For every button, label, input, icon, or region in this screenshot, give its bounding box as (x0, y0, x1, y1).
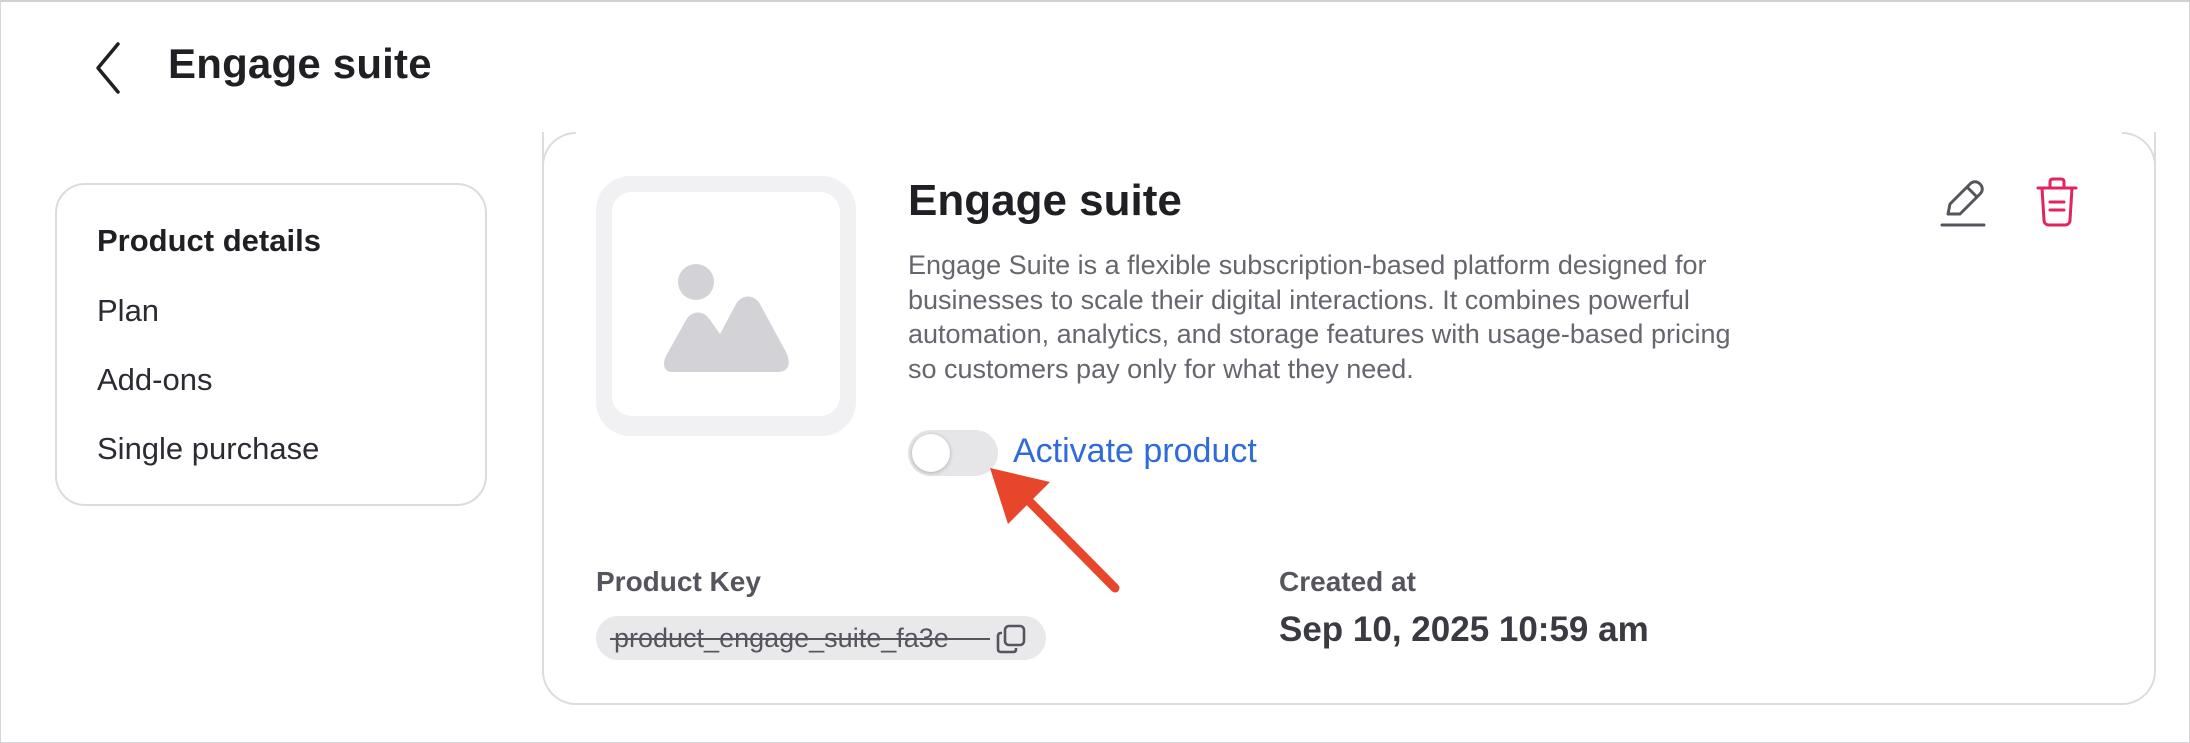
product-description: Engage Suite is a flexible subscription-… (908, 250, 1731, 384)
sidebar-item-single-purchase[interactable]: Single purchase (97, 431, 319, 467)
sidebar-item-plan[interactable]: Plan (97, 293, 159, 329)
image-placeholder-icon (664, 264, 789, 372)
product-image (596, 176, 856, 436)
product-name: Engage suite (908, 176, 1182, 225)
copy-icon (996, 624, 1026, 654)
page-title: Engage suite (168, 40, 432, 87)
toggle-knob (912, 434, 950, 472)
delete-button[interactable] (2034, 176, 2080, 228)
created-at-label: Created at (1279, 566, 1416, 597)
chevron-left-icon (96, 42, 120, 94)
sidebar-item-add-ons[interactable]: Add-ons (97, 362, 212, 398)
key-strikethrough (610, 638, 990, 640)
back-button[interactable] (88, 38, 128, 98)
sidebar-item-product-details[interactable]: Product details (97, 223, 321, 259)
product-key-field: product_engage_suite_fa3e (596, 616, 1046, 660)
copy-button[interactable] (994, 623, 1028, 655)
created-at-value: Sep 10, 2025 10:59 am (1279, 610, 1649, 649)
trash-icon (2036, 177, 2078, 227)
edit-button[interactable] (1938, 176, 1986, 228)
annotation-arrow-icon (990, 468, 1120, 593)
pencil-icon (1940, 180, 1986, 227)
product-key-label: Product Key (596, 566, 761, 597)
product-sidebar: Product details Plan Add-ons Single purc… (55, 183, 487, 506)
